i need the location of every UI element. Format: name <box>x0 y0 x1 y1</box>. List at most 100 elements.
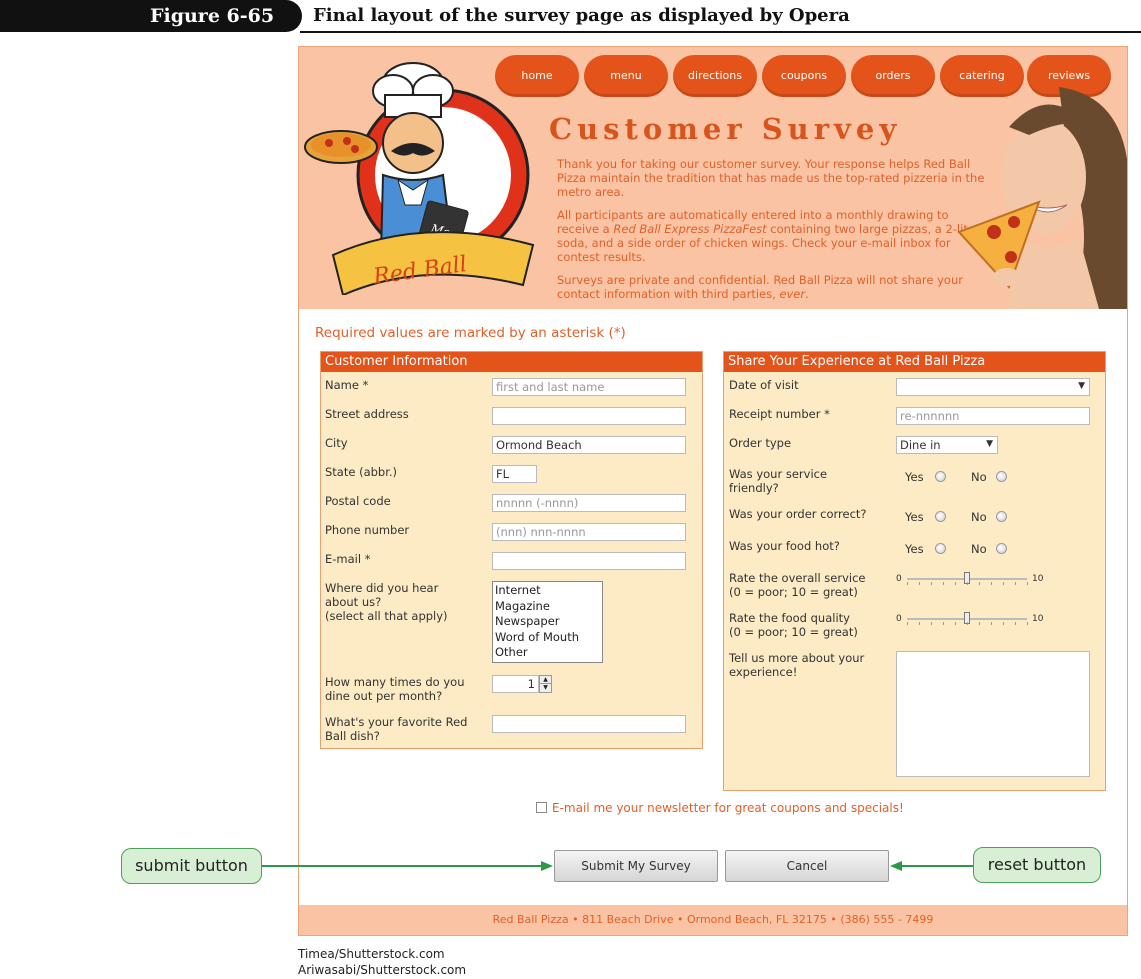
submit-button[interactable]: Submit My Survey <box>554 850 718 882</box>
figure-number-tab: Figure 6-65 <box>0 0 302 32</box>
state-field[interactable]: FL <box>492 465 537 483</box>
phone-label: Phone number <box>325 523 410 537</box>
dish-label: What's your favorite Red Ball dish? <box>325 715 468 743</box>
service-rating-label: Rate the overall service (0 = poor; 10 =… <box>729 571 866 599</box>
order-type-label: Order type <box>729 436 792 450</box>
stepper-arrows[interactable]: ▲ ▼ <box>539 675 552 693</box>
city-field[interactable]: Ormond Beach <box>492 436 686 454</box>
slider-tick <box>931 622 932 625</box>
list-option[interactable]: Other <box>495 645 600 661</box>
reset-button-callout: reset button <box>973 847 1101 883</box>
slider-tick <box>907 582 908 585</box>
receipt-field[interactable]: re-nnnnnn <box>896 407 1090 425</box>
banner: Menu Red Ball home menu directions coupo… <box>299 47 1127 309</box>
intro-paragraph-3: Surveys are private and confidential. Re… <box>557 273 963 301</box>
friendly-no-radio[interactable] <box>996 471 1007 482</box>
correct-yes-label: Yes <box>905 510 924 524</box>
service-slider-max: 10 <box>1032 574 1044 584</box>
friendly-no-label: No <box>971 470 987 484</box>
page-title: Customer Survey <box>549 112 902 146</box>
street-field[interactable] <box>492 407 686 425</box>
hot-label: Was your food hot? <box>729 539 840 553</box>
newsletter-label: E-mail me your newsletter for great coup… <box>552 801 904 815</box>
slider-tick <box>991 622 992 625</box>
name-label: Name * <box>325 378 369 392</box>
street-label: Street address <box>325 407 409 421</box>
postal-label: Postal code <box>325 494 391 508</box>
nav-coupons[interactable]: coupons <box>762 55 846 97</box>
slider-tick <box>1027 622 1028 625</box>
slider-tick <box>979 582 980 585</box>
list-option[interactable]: Internet <box>495 583 600 599</box>
hear-about-listbox[interactable]: Internet Magazine Newspaper Word of Mout… <box>492 581 603 663</box>
cancel-button[interactable]: Cancel <box>725 850 889 882</box>
comments-textarea[interactable] <box>896 651 1090 777</box>
order-type-select[interactable]: Dine in ▼ <box>896 436 998 454</box>
slider-tick <box>943 582 944 585</box>
correct-label: Was your order correct? <box>729 507 867 521</box>
figure-number: Figure 6-65 <box>150 5 275 27</box>
correct-no-label: No <box>971 510 987 524</box>
nav-directions[interactable]: directions <box>673 55 757 97</box>
correct-no-radio[interactable] <box>996 511 1007 522</box>
list-option[interactable]: Newspaper <box>495 614 600 630</box>
stepper-up-icon[interactable]: ▲ <box>540 676 551 684</box>
friendly-yes-radio[interactable] <box>935 471 946 482</box>
date-of-visit-select[interactable]: ▼ <box>896 378 1090 396</box>
slider-tick <box>919 582 920 585</box>
intro-text: Thank you for taking our customer survey… <box>557 157 987 309</box>
dine-out-stepper[interactable]: 1 <box>492 675 539 693</box>
city-label: City <box>325 436 348 450</box>
hear-label: Where did you hear about us? (select all… <box>325 581 448 623</box>
hot-no-radio[interactable] <box>996 543 1007 554</box>
slider-tick <box>991 582 992 585</box>
nav-orders[interactable]: orders <box>851 55 935 97</box>
email-label: E-mail * <box>325 552 371 566</box>
required-note: Required values are marked by an asteris… <box>315 325 626 341</box>
nav-menu[interactable]: menu <box>584 55 668 97</box>
phone-field[interactable]: (nnn) nnn-nnnn <box>492 523 686 541</box>
friendly-label: Was your service friendly? <box>729 467 828 495</box>
chevron-down-icon: ▼ <box>1078 381 1085 391</box>
credit-line: Timea/Shutterstock.com <box>298 947 445 961</box>
correct-yes-radio[interactable] <box>935 511 946 522</box>
nav-home[interactable]: home <box>495 55 579 97</box>
hot-yes-radio[interactable] <box>935 543 946 554</box>
customer-info-fieldset: Customer Information Name * first and la… <box>320 351 703 749</box>
slider-tick <box>967 582 968 585</box>
intro-paragraph-2: All participants are automatically enter… <box>557 208 980 264</box>
name-field[interactable]: first and last name <box>492 378 686 396</box>
experience-fieldset: Share Your Experience at Red Ball Pizza … <box>723 351 1106 791</box>
slider-tick <box>979 622 980 625</box>
hot-yes-label: Yes <box>905 542 924 556</box>
slider-tick <box>1015 622 1016 625</box>
newsletter-checkbox[interactable] <box>536 802 547 813</box>
email-field[interactable] <box>492 552 686 570</box>
date-label: Date of visit <box>729 378 799 392</box>
slider-tick <box>943 622 944 625</box>
slider-tick <box>907 622 908 625</box>
chevron-down-icon: ▼ <box>986 439 993 449</box>
figure-rule <box>300 31 1141 33</box>
slider-tick <box>955 582 956 585</box>
footer-address: Red Ball Pizza • 811 Beach Drive • Ormon… <box>299 905 1127 935</box>
postal-field[interactable]: nnnnn (-nnnn) <box>492 494 686 512</box>
slider-tick <box>1003 622 1004 625</box>
tell-more-label: Tell us more about your experience! <box>729 651 865 679</box>
friendly-yes-label: Yes <box>905 470 924 484</box>
food-slider-min: 0 <box>896 614 902 624</box>
slider-tick <box>1027 582 1028 585</box>
credit-line: Ariwasabi/Shutterstock.com <box>298 963 467 977</box>
figure-header: Figure 6-65 Final layout of the survey p… <box>0 0 1141 33</box>
slider-tick <box>955 622 956 625</box>
favorite-dish-field[interactable] <box>492 715 686 733</box>
photo-credits: Timea/Shutterstock.com Ariwasabi/Shutter… <box>298 946 466 978</box>
stepper-down-icon[interactable]: ▼ <box>540 684 551 692</box>
list-option[interactable]: Magazine <box>495 599 600 615</box>
list-option[interactable]: Word of Mouth <box>495 630 600 646</box>
woman-eating-pizza-photo <box>957 87 1127 309</box>
slider-tick <box>919 622 920 625</box>
dine-label: How many times do you dine out per month… <box>325 675 465 703</box>
slider-tick <box>1015 582 1016 585</box>
figure-title: Final layout of the survey page as displ… <box>313 5 850 26</box>
